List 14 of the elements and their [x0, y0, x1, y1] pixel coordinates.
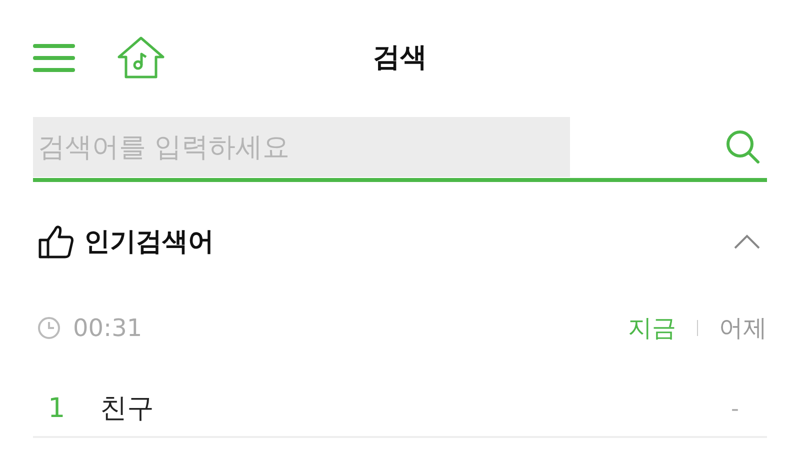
home-icon[interactable] [117, 36, 165, 80]
time-tab[interactable]: 어제 [719, 310, 767, 346]
thumbs-up-icon [38, 224, 74, 260]
menu-icon[interactable] [33, 43, 75, 73]
time-tab[interactable]: 지금 [628, 310, 676, 346]
clock-icon [37, 316, 61, 340]
collapse-button[interactable] [733, 234, 761, 250]
page-title: 검색 [373, 40, 427, 75]
rank-number: 1 [48, 392, 66, 426]
update-time: 00:31 [73, 313, 142, 344]
section-title: 인기검색어 [84, 226, 214, 258]
rank-change: - [731, 396, 739, 424]
search-term[interactable]: 친구 [100, 388, 154, 430]
search-icon[interactable] [725, 129, 761, 165]
